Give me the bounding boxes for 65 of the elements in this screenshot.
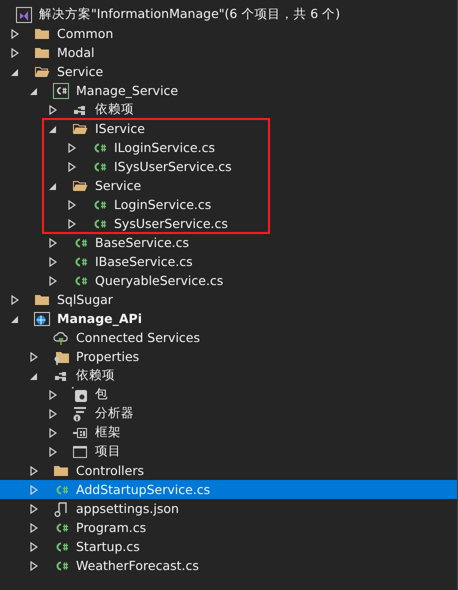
expand-arrow-icon[interactable] [68,218,76,228]
expand-arrow-icon[interactable] [30,542,38,552]
expand-arrow-icon[interactable] [48,238,56,248]
tree-item[interactable]: WeatherForecast.cs [0,556,457,575]
tree-item[interactable]: 依赖项 [0,366,457,385]
tree-item[interactable]: SqlSugar [0,290,457,309]
tree-item[interactable]: 项目 [0,442,457,461]
expand-arrow-icon[interactable] [68,162,76,172]
json-file-icon [53,500,69,516]
collapse-arrow-icon[interactable] [48,124,56,134]
tree-item[interactable]: ILoginService.cs [0,138,457,157]
tree-item[interactable]: Service [0,62,457,81]
expand-arrow-icon[interactable] [48,256,56,266]
window-icon [72,444,88,460]
collapse-arrow-icon[interactable] [48,180,56,190]
collapse-arrow-icon[interactable] [30,86,38,96]
tree-item[interactable]: Connected Services [0,328,457,347]
expand-arrow-icon[interactable] [48,276,56,286]
tree-item[interactable]: IService [0,119,457,138]
tree-item[interactable]: Manage_APi [0,309,457,328]
tree-item[interactable]: LoginService.cs [0,195,457,214]
collapse-arrow-icon[interactable] [30,370,38,380]
expand-arrow-icon[interactable] [30,522,38,532]
tree-item[interactable]: ISysUserService.cs [0,157,457,176]
expand-arrow-icon[interactable] [30,560,38,570]
tree-item[interactable]: SysUserService.cs [0,214,457,233]
tree-item[interactable]: Program.cs [0,518,457,537]
expand-arrow-icon[interactable] [30,504,38,514]
csharp-project-icon [53,82,69,98]
package-icon [72,386,88,402]
tree-item[interactable]: Properties [0,347,457,366]
tree-item[interactable]: Startup.cs [0,537,457,556]
tree-item[interactable]: BaseService.cs [0,233,457,252]
expand-arrow-icon[interactable] [48,104,56,114]
expand-arrow-icon[interactable] [68,142,76,152]
expand-arrow-icon[interactable] [68,200,76,210]
expand-arrow-icon[interactable] [10,28,18,38]
tree-item[interactable]: appsettings.json [0,499,457,518]
tree-item[interactable]: AddStartupService.cs [0,480,457,499]
tree-item[interactable]: IBaseService.cs [0,252,457,271]
tree-item[interactable]: 依赖项 [0,100,457,119]
solution-item[interactable]: 解决方案"InformationManage"(6 个项目，共 6 个) [0,5,457,24]
expand-arrow-icon[interactable] [30,466,38,476]
tree-item[interactable]: Service [0,176,457,195]
tree-item[interactable]: 框架 [0,423,457,442]
expand-arrow-icon[interactable] [10,48,18,58]
cloud-plug-icon [53,330,69,346]
expand-arrow-icon[interactable] [48,390,56,400]
tree-item[interactable]: Controllers [0,461,457,480]
tree-item[interactable]: Common [0,24,457,43]
expand-arrow-icon[interactable] [48,428,56,438]
tree-item[interactable]: 包 [0,385,457,404]
tree-item[interactable]: 分析器 [0,404,457,423]
globe-project-icon [34,310,50,326]
tree-item[interactable]: QueryableService.cs [0,271,457,290]
tree-item[interactable]: Modal [0,43,457,62]
expand-arrow-icon[interactable] [48,408,56,418]
tree-item[interactable]: Manage_Service [0,81,457,100]
solution-icon [16,6,32,22]
analyzer-icon [72,406,88,422]
expand-arrow-icon[interactable] [10,294,18,304]
expand-arrow-icon[interactable] [48,446,56,456]
collapse-arrow-icon[interactable] [10,314,18,324]
collapse-arrow-icon[interactable] [10,66,18,76]
expand-arrow-icon[interactable] [30,352,38,362]
